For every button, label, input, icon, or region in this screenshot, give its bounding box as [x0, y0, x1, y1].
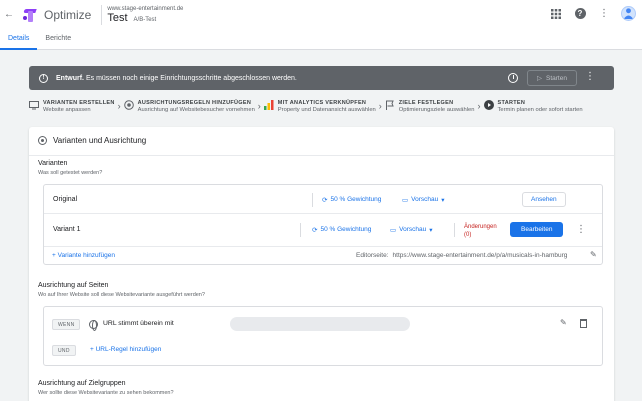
- edit-pencil-icon[interactable]: ✎: [590, 250, 597, 259]
- app-name: Optimize: [44, 7, 92, 22]
- chevron-right-icon: ›: [257, 101, 261, 111]
- row-separator: [454, 222, 455, 237]
- variant-more-icon[interactable]: ⋮: [576, 224, 586, 235]
- and-label: UND: [52, 345, 76, 356]
- flag-icon: [385, 100, 395, 110]
- start-button[interactable]: ▷ Starten: [527, 70, 577, 86]
- row-divider: [44, 246, 602, 247]
- monitor-icon: ▭: [390, 226, 397, 234]
- experiment-type: A/B-Test: [133, 16, 157, 23]
- chevron-right-icon: ›: [378, 101, 382, 111]
- step-set-goals[interactable]: ZIELE FESTLEGEN Optimierungsziele auswähl…: [385, 100, 475, 113]
- variants-targeting-card: Varianten und Ausrichtung Varianten Was …: [29, 127, 614, 401]
- sync-icon: ⟳: [312, 226, 318, 234]
- variant-name: Original: [53, 196, 78, 203]
- pages-targeting-subheading: Wo auf Ihrer Website soll diese Websitev…: [38, 292, 205, 298]
- avatar[interactable]: [621, 6, 636, 21]
- tab-reports[interactable]: Berichte: [37, 29, 79, 50]
- monitor-icon: ▭: [402, 196, 409, 204]
- step-start[interactable]: STARTEN Termin planen oder sofort starten: [483, 100, 583, 113]
- rule-condition[interactable]: URL stimmt überein mit: [103, 320, 174, 327]
- variant-name[interactable]: Variant 1: [53, 226, 81, 233]
- more-vert-icon[interactable]: ⋮: [597, 7, 611, 21]
- globe-icon: [89, 320, 98, 331]
- draft-banner: ! Entwurf. Es müssen noch einige Einrich…: [29, 66, 614, 90]
- play-icon: ▷: [537, 75, 543, 82]
- top-app-bar: ← Optimize www.stage-entertainment.de Te…: [0, 0, 642, 29]
- chevron-right-icon: ›: [477, 101, 481, 111]
- row-separator: [300, 222, 301, 237]
- audience-targeting-subheading: Wer sollte diese Websitevariante zu sehe…: [38, 390, 174, 396]
- chevron-right-icon: ›: [117, 101, 121, 111]
- audience-targeting-heading: Ausrichtung auf Zielgruppen: [38, 380, 126, 387]
- help-icon[interactable]: ?: [573, 7, 587, 21]
- back-arrow-icon[interactable]: ←: [2, 9, 16, 20]
- experiment-title-block: www.stage-entertainment.de Test A/B-Test: [107, 6, 183, 24]
- weight-control[interactable]: ⟳ 50 % Gewichtung: [312, 226, 371, 234]
- setup-stepper: VARIANTEN ERSTELLEN Website anpassen › AU…: [29, 100, 614, 122]
- pages-targeting-heading: Ausrichtung auf Seiten: [38, 282, 109, 289]
- row-divider: [44, 213, 602, 214]
- optimize-logo-icon: [22, 7, 38, 23]
- dropdown-arrow-icon: ▾: [441, 196, 445, 204]
- apps-grid-icon[interactable]: [549, 7, 563, 21]
- url-value-field[interactable]: [230, 317, 410, 331]
- preview-dropdown[interactable]: ▭ Vorschau ▾: [390, 226, 433, 234]
- target-icon: [38, 136, 47, 145]
- tab-details[interactable]: Details: [0, 29, 38, 50]
- banner-more-icon[interactable]: ⋮: [585, 71, 595, 82]
- sync-icon: ⟳: [322, 196, 328, 204]
- info-icon: !: [39, 73, 48, 83]
- delete-trash-icon[interactable]: [580, 319, 587, 328]
- variants-heading: Varianten: [38, 160, 68, 167]
- analytics-icon: [263, 100, 274, 110]
- play-circle-icon: [483, 100, 494, 110]
- variant-row-original: Original ⟳ 50 % Gewichtung ▭ Vorschau ▾ …: [44, 186, 602, 213]
- editor-page-url: https://www.stage-entertainment.de/p/a/m…: [392, 252, 568, 259]
- add-url-rule-link[interactable]: + URL-Regel hinzufügen: [90, 346, 161, 353]
- tab-bar: Details Berichte: [0, 29, 642, 50]
- variants-subheading: Was soll getestet werden?: [38, 170, 103, 176]
- header-divider: [101, 4, 103, 25]
- step-create-variants[interactable]: VARIANTEN ERSTELLEN Website anpassen: [29, 100, 115, 113]
- target-icon: [123, 100, 134, 110]
- monitor-icon: [29, 100, 39, 110]
- editor-page: Editorseite: https://www.stage-entertainm…: [356, 252, 568, 259]
- page-rules-box: WENN URL stimmt überein mit ✎ UND + URL-…: [43, 306, 603, 366]
- variant-row-variant-1: Variant 1 ⟳ 50 % Gewichtung ▭ Vorschau ▾…: [44, 216, 602, 243]
- edit-button[interactable]: Bearbeiten: [510, 222, 564, 237]
- row-separator: [312, 192, 313, 207]
- changes-count[interactable]: Änderungen (0): [464, 223, 497, 239]
- experiment-name[interactable]: Test: [107, 12, 127, 24]
- variants-list: Original ⟳ 50 % Gewichtung ▭ Vorschau ▾ …: [43, 184, 603, 265]
- schedule-clock-icon[interactable]: [508, 73, 518, 83]
- preview-dropdown[interactable]: ▭ Vorschau ▾: [402, 196, 445, 204]
- weight-control[interactable]: ⟳ 50 % Gewichtung: [322, 196, 381, 204]
- add-variant-link[interactable]: + Variante hinzufügen: [52, 252, 115, 259]
- edit-rule-pencil-icon[interactable]: ✎: [560, 318, 567, 327]
- when-label: WENN: [52, 319, 81, 330]
- step-link-analytics[interactable]: MIT ANALYTICS VERKNÜPFEN Property und Dat…: [263, 100, 376, 113]
- step-targeting-rules[interactable]: AUSRICHTUNGSREGELN HINZUFÜGEN Ausrichtung…: [123, 100, 255, 113]
- card-title: Varianten und Ausrichtung: [38, 136, 146, 145]
- view-button[interactable]: Ansehen: [522, 192, 566, 207]
- dropdown-arrow-icon: ▾: [429, 226, 433, 234]
- draft-message: Entwurf. Es müssen noch einige Einrichtu…: [56, 74, 297, 82]
- card-divider: [29, 155, 614, 156]
